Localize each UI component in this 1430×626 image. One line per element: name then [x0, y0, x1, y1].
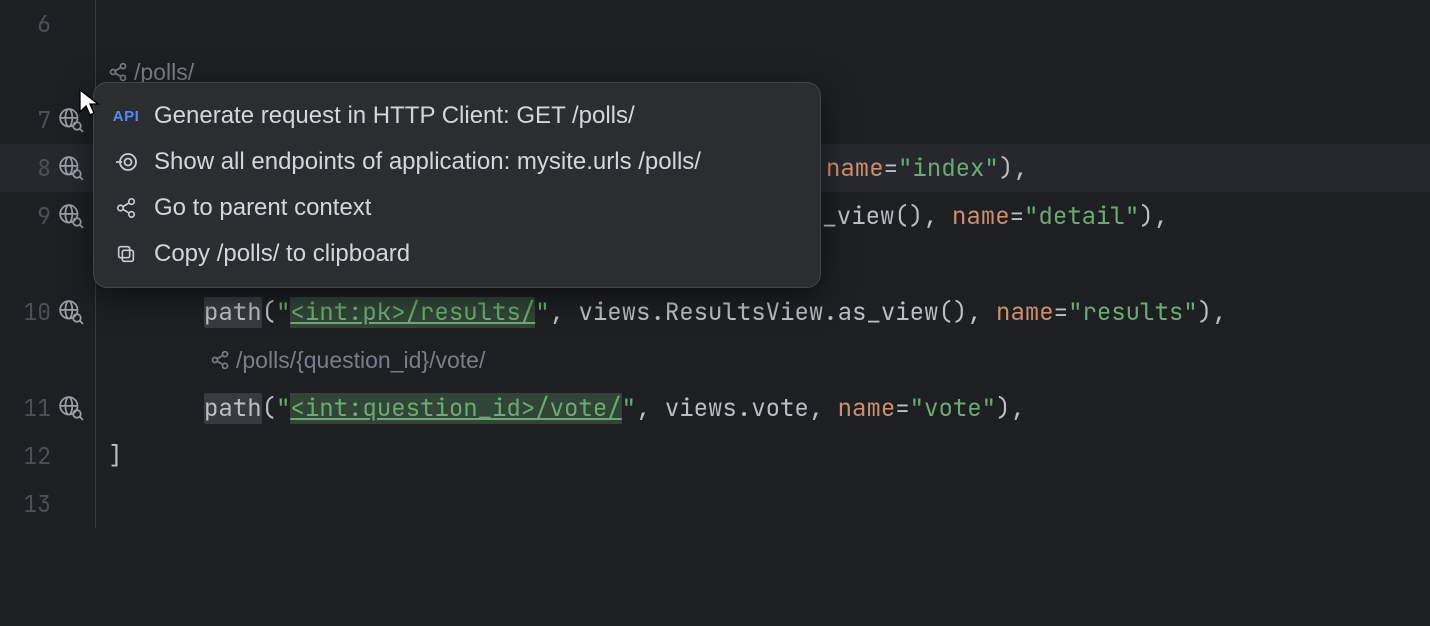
gutter-separator — [95, 480, 96, 528]
share-icon — [108, 62, 128, 82]
line-number: 12 — [0, 441, 55, 471]
code-token: , views.ResultsView.as_view(), — [550, 297, 996, 328]
editor-line-inlay[interactable]: /polls/{question_id}/vote/ — [0, 336, 1430, 384]
target-icon — [112, 148, 140, 176]
editor-line[interactable]: 13 — [0, 480, 1430, 528]
code-token: path — [204, 393, 262, 424]
share-icon — [112, 194, 140, 222]
line-number: 7 — [0, 105, 55, 135]
code-cell[interactable]: path("<int:question_id>/vote/", views.vo… — [96, 393, 1025, 424]
code-token: "results" — [1068, 297, 1198, 328]
menu-item-label: Show all endpoints of application: mysit… — [154, 148, 701, 176]
code-token: " — [276, 393, 290, 424]
gutter-icon-slot[interactable] — [55, 155, 95, 181]
code-token: = — [1010, 201, 1024, 232]
code-token: name — [838, 393, 896, 424]
code-cell[interactable]: path("<int:pk>/results/", views.ResultsV… — [96, 297, 1226, 328]
editor-line[interactable]: 11 path("<int:question_id>/vote/", views… — [0, 384, 1430, 432]
menu-item-label: Go to parent context — [154, 194, 371, 222]
menu-item-copy-url[interactable]: Copy /polls/ to clipboard — [94, 231, 820, 277]
line-number: 13 — [0, 489, 55, 519]
globe-search-icon[interactable] — [58, 203, 84, 229]
code-token: s_view(), — [808, 201, 952, 232]
code-token: ), — [1139, 201, 1168, 232]
menu-item-generate-request[interactable]: API Generate request in HTTP Client: GET… — [94, 93, 820, 139]
inlay-text: /polls/{question_id}/vote/ — [236, 347, 485, 374]
code-token: ), — [999, 153, 1028, 184]
editor-line[interactable]: 6 — [0, 0, 1430, 48]
code-token: name — [952, 201, 1010, 232]
code-token: "detail" — [1024, 201, 1139, 232]
line-number: 10 — [0, 297, 55, 327]
code-token: path — [204, 297, 262, 328]
gutter-icon-slot[interactable] — [55, 299, 95, 325]
globe-search-icon[interactable] — [58, 395, 84, 421]
menu-item-show-endpoints[interactable]: Show all endpoints of application: mysit… — [94, 139, 820, 185]
code-token: " — [622, 393, 636, 424]
inlay-hint[interactable]: /polls/{question_id}/vote/ — [96, 347, 485, 374]
menu-item-parent-context[interactable]: Go to parent context — [94, 185, 820, 231]
globe-search-icon[interactable] — [58, 107, 84, 133]
gutter-icon-slot[interactable] — [55, 395, 95, 421]
code-token: "vote" — [910, 393, 996, 424]
code-token: " — [535, 297, 549, 328]
copy-icon — [112, 240, 140, 268]
code-token: name — [826, 153, 884, 184]
code-token: = — [1054, 297, 1068, 328]
code-token: "index" — [898, 153, 999, 184]
context-menu[interactable]: API Generate request in HTTP Client: GET… — [93, 82, 821, 288]
line-number: 8 — [0, 153, 55, 183]
menu-item-label: Generate request in HTTP Client: GET /po… — [154, 102, 635, 130]
line-number: 9 — [0, 201, 55, 231]
line-number: 11 — [0, 393, 55, 423]
share-icon — [210, 350, 230, 370]
editor-line[interactable]: 12 ] — [0, 432, 1430, 480]
code-cell[interactable]: ] — [96, 441, 122, 472]
code-token: ), — [1198, 297, 1227, 328]
code-token: <int:question_id>/vote/ — [290, 393, 621, 424]
gutter-icon-slot[interactable] — [55, 107, 95, 133]
code-token: ), — [996, 393, 1025, 424]
code-token: = — [895, 393, 909, 424]
code-token: name — [996, 297, 1054, 328]
globe-search-icon[interactable] — [58, 299, 84, 325]
code-token: ( — [262, 393, 276, 424]
code-token: <int:pk>/results/ — [290, 297, 535, 328]
api-icon: API — [112, 102, 140, 130]
globe-search-icon[interactable] — [58, 155, 84, 181]
code-token: , views.vote, — [636, 393, 838, 424]
editor-line[interactable]: 10 path("<int:pk>/results/", views.Resul… — [0, 288, 1430, 336]
gutter-icon-slot[interactable] — [55, 203, 95, 229]
line-number: 6 — [0, 9, 55, 39]
code-token: ( — [262, 297, 276, 328]
code-token: ] — [108, 441, 122, 472]
menu-item-label: Copy /polls/ to clipboard — [154, 240, 410, 268]
gutter-separator — [95, 0, 96, 48]
code-token: = — [884, 153, 898, 184]
code-token: " — [276, 297, 290, 328]
